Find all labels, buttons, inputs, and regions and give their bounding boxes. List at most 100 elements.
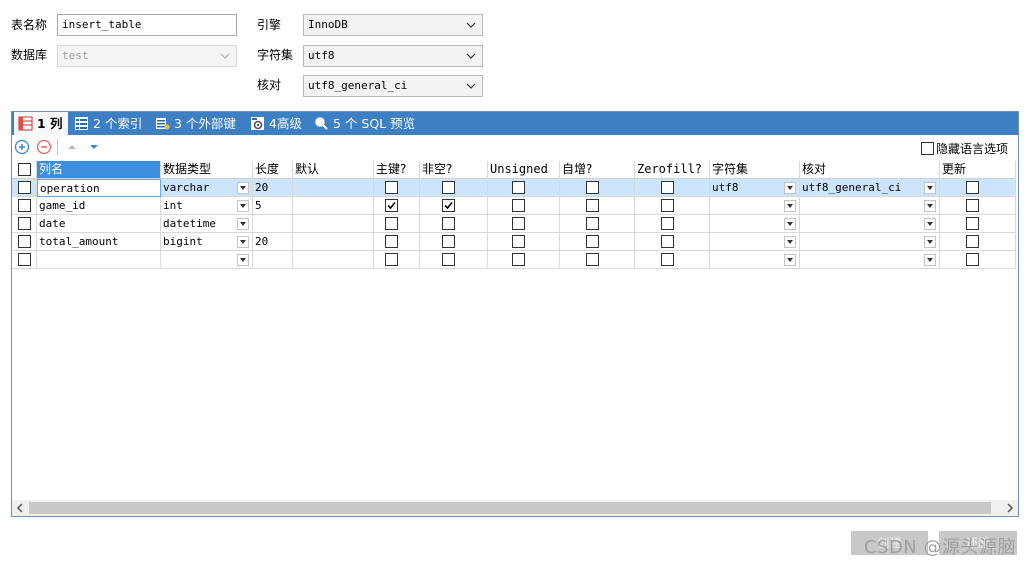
- cell-primary-key[interactable]: [374, 179, 420, 197]
- cell-not-null[interactable]: [420, 251, 488, 269]
- scroll-left-icon[interactable]: [15, 503, 25, 513]
- cell-charset[interactable]: [710, 197, 800, 215]
- hide-language-checkbox[interactable]: [920, 142, 934, 155]
- table-name-input[interactable]: insert_table: [57, 14, 237, 36]
- cell-collation[interactable]: [800, 233, 940, 251]
- row-select-checkbox[interactable]: [18, 253, 31, 266]
- cell-not-null[interactable]: [420, 179, 488, 197]
- cell-primary-key-checkbox[interactable]: [385, 181, 398, 194]
- cell-charset[interactable]: [710, 215, 800, 233]
- row-select-cell[interactable]: [12, 197, 37, 215]
- cell-charset[interactable]: utf8: [710, 179, 800, 197]
- cell-on-update-checkbox[interactable]: [966, 199, 979, 212]
- plus-circle-icon[interactable]: [14, 139, 30, 155]
- cell-zerofill-checkbox[interactable]: [661, 199, 674, 212]
- cell-default[interactable]: [293, 215, 374, 233]
- dropdown-arrow-icon[interactable]: [924, 200, 936, 212]
- cell-on-update[interactable]: [940, 251, 1016, 269]
- cell-not-null-checkbox[interactable]: [442, 235, 455, 248]
- row-select-checkbox[interactable]: [18, 181, 31, 194]
- dropdown-arrow-icon[interactable]: [784, 218, 796, 230]
- cell-col-name[interactable]: total_amount: [37, 233, 161, 251]
- cell-collation[interactable]: [800, 197, 940, 215]
- cell-not-null-checkbox[interactable]: [442, 199, 455, 212]
- cell-unsigned-checkbox[interactable]: [512, 181, 525, 194]
- cell-length[interactable]: 5: [253, 197, 293, 215]
- cell-col-name[interactable]: [37, 251, 161, 269]
- cell-collation[interactable]: [800, 251, 940, 269]
- collation-select[interactable]: utf8_general_ci: [303, 75, 483, 97]
- dropdown-arrow-icon[interactable]: [924, 218, 936, 230]
- cell-zerofill[interactable]: [635, 179, 710, 197]
- hide-language-options[interactable]: 隐藏语言选项: [920, 140, 1008, 157]
- cell-primary-key-checkbox[interactable]: [385, 217, 398, 230]
- cell-primary-key[interactable]: [374, 251, 420, 269]
- tab-columns[interactable]: 1 列: [14, 112, 68, 135]
- cell-unsigned-checkbox[interactable]: [512, 235, 525, 248]
- cell-on-update[interactable]: [940, 179, 1016, 197]
- horizontal-scrollbar[interactable]: [12, 500, 1018, 516]
- cell-length[interactable]: 20: [253, 233, 293, 251]
- scrollbar-thumb[interactable]: [29, 502, 991, 514]
- cell-zerofill[interactable]: [635, 197, 710, 215]
- cell-zerofill[interactable]: [635, 215, 710, 233]
- row-select-cell[interactable]: [12, 251, 37, 269]
- dropdown-arrow-icon[interactable]: [924, 236, 936, 248]
- cell-on-update[interactable]: [940, 233, 1016, 251]
- row-select-cell[interactable]: [12, 215, 37, 233]
- table-row[interactable]: [12, 251, 1016, 269]
- cell-auto-increment[interactable]: [560, 197, 635, 215]
- row-select-cell[interactable]: [12, 179, 37, 197]
- cell-data-type[interactable]: datetime: [161, 215, 253, 233]
- cell-on-update[interactable]: [940, 197, 1016, 215]
- cell-not-null[interactable]: [420, 197, 488, 215]
- cell-zerofill-checkbox[interactable]: [661, 253, 674, 266]
- cell-zerofill[interactable]: [635, 233, 710, 251]
- cell-default[interactable]: [293, 197, 374, 215]
- cell-data-type[interactable]: bigint: [161, 233, 253, 251]
- cell-length[interactable]: 20: [253, 179, 293, 197]
- row-select-checkbox[interactable]: [18, 199, 31, 212]
- engine-select[interactable]: InnoDB: [303, 14, 483, 36]
- cell-on-update-checkbox[interactable]: [966, 253, 979, 266]
- dropdown-arrow-icon[interactable]: [784, 200, 796, 212]
- cell-auto-increment[interactable]: [560, 215, 635, 233]
- table-row[interactable]: total_amount bigint 20: [12, 233, 1016, 251]
- cell-default[interactable]: [293, 251, 374, 269]
- triangle-up-icon[interactable]: [64, 139, 80, 155]
- cell-on-update-checkbox[interactable]: [966, 235, 979, 248]
- row-select-cell[interactable]: [12, 233, 37, 251]
- cell-collation[interactable]: [800, 215, 940, 233]
- cell-auto-increment[interactable]: [560, 251, 635, 269]
- cell-zerofill-checkbox[interactable]: [661, 181, 674, 194]
- row-select-checkbox[interactable]: [18, 235, 31, 248]
- cell-unsigned-checkbox[interactable]: [512, 217, 525, 230]
- dropdown-arrow-icon[interactable]: [924, 254, 936, 266]
- cell-zerofill[interactable]: [635, 251, 710, 269]
- cell-not-null[interactable]: [420, 233, 488, 251]
- dropdown-arrow-icon[interactable]: [237, 182, 249, 194]
- cell-primary-key-checkbox[interactable]: [385, 199, 398, 212]
- charset-select[interactable]: utf8: [303, 45, 483, 67]
- cell-not-null-checkbox[interactable]: [442, 181, 455, 194]
- cell-primary-key[interactable]: [374, 233, 420, 251]
- cell-zerofill-checkbox[interactable]: [661, 217, 674, 230]
- cell-data-type[interactable]: varchar: [161, 179, 253, 197]
- cell-on-update-checkbox[interactable]: [966, 181, 979, 194]
- dropdown-arrow-icon[interactable]: [784, 182, 796, 194]
- dropdown-arrow-icon[interactable]: [784, 254, 796, 266]
- dropdown-arrow-icon[interactable]: [237, 200, 249, 212]
- cell-unsigned[interactable]: [488, 233, 560, 251]
- cell-unsigned[interactable]: [488, 251, 560, 269]
- cell-auto-increment-checkbox[interactable]: [586, 253, 599, 266]
- cell-not-null-checkbox[interactable]: [442, 253, 455, 266]
- dropdown-arrow-icon[interactable]: [237, 254, 249, 266]
- cell-auto-increment[interactable]: [560, 233, 635, 251]
- table-row[interactable]: game_id int 5: [12, 197, 1016, 215]
- cell-unsigned[interactable]: [488, 179, 560, 197]
- cell-col-name[interactable]: operation: [37, 179, 161, 197]
- cell-on-update[interactable]: [940, 215, 1016, 233]
- select-all-checkbox[interactable]: [18, 163, 31, 176]
- cell-auto-increment-checkbox[interactable]: [586, 235, 599, 248]
- cell-unsigned[interactable]: [488, 197, 560, 215]
